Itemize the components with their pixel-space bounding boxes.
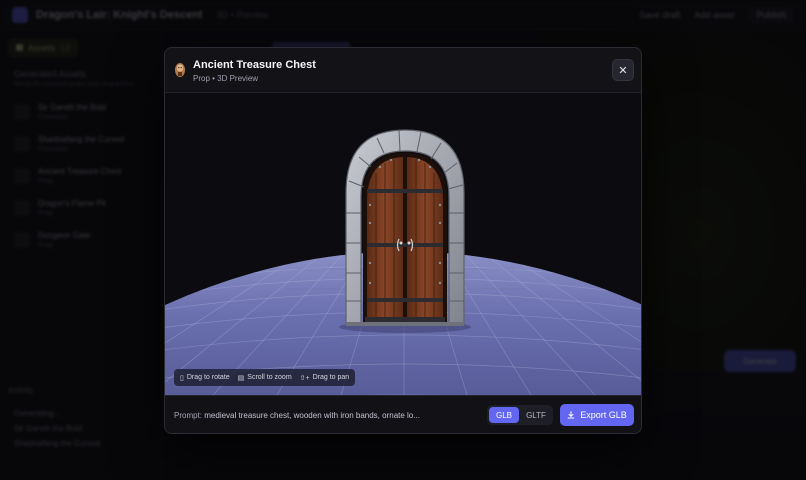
3d-viewport[interactable]: ▯ Drag to rotate ▤ Scroll to zoom ⇧+ Dra… xyxy=(165,93,641,395)
modal-footer: Prompt: medieval treasure chest, wooden … xyxy=(165,395,641,433)
zoom-hint: ▤ Scroll to zoom xyxy=(238,374,292,382)
preview-modal: Ancient Treasure Chest Prop • 3D Preview… xyxy=(164,47,642,434)
close-button[interactable]: ✕ xyxy=(612,59,634,81)
rotate-hint: ▯ Drag to rotate xyxy=(180,374,230,382)
pan-hint: ⇧+ Drag to pan xyxy=(300,374,350,382)
format-gltf-button[interactable]: GLTF xyxy=(521,407,551,423)
format-glb-button[interactable]: GLB xyxy=(489,407,519,423)
door-model xyxy=(345,129,465,326)
download-icon xyxy=(567,411,575,419)
prompt-value: medieval treasure chest, wooden with iro… xyxy=(204,411,420,420)
export-label: Export GLB xyxy=(580,410,627,420)
pan-hint-label: Drag to pan xyxy=(312,374,350,381)
mouse-icon: ▯ xyxy=(180,374,184,382)
controls-hint-bar: ▯ Drag to rotate ▤ Scroll to zoom ⇧+ Dra… xyxy=(174,369,356,386)
shift-key-icon: ⇧+ xyxy=(299,374,310,382)
modal-header: Ancient Treasure Chest Prop • 3D Preview… xyxy=(165,48,641,93)
rotate-hint-label: Drag to rotate xyxy=(186,374,230,381)
modal-title: Ancient Treasure Chest xyxy=(193,59,316,71)
export-glb-button[interactable]: Export GLB xyxy=(560,404,634,426)
prompt-label: Prompt: xyxy=(174,411,203,420)
scroll-icon: ▤ xyxy=(237,374,245,382)
modal-subtitle: Prop • 3D Preview xyxy=(193,74,259,83)
prompt-text: Prompt: medieval treasure chest, wooden … xyxy=(174,411,420,420)
zoom-hint-label: Scroll to zoom xyxy=(247,374,292,381)
format-toggle: GLB GLTF xyxy=(487,405,553,425)
3d-scene xyxy=(165,129,641,395)
asset-avatar-icon xyxy=(175,63,185,77)
